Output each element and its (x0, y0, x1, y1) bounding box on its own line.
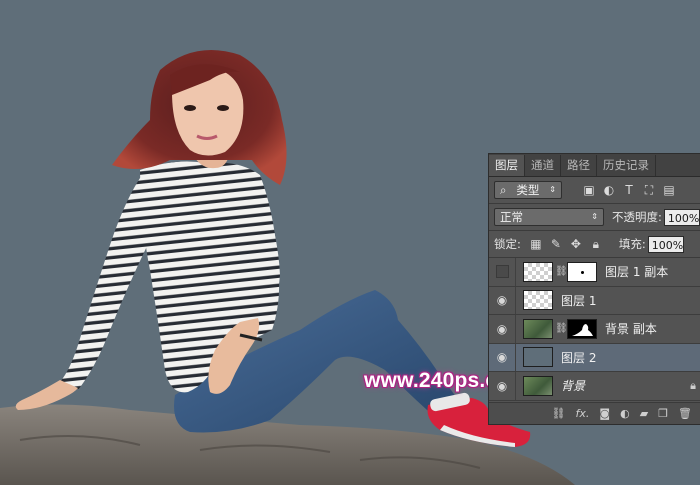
visibility-toggle[interactable] (489, 258, 516, 286)
trash-icon[interactable]: 🗑︎ (678, 407, 692, 420)
blend-mode-dropdown[interactable]: 正常 ⇕ (494, 208, 604, 226)
shape-filter-icon[interactable]: ⛶ (640, 181, 658, 199)
layer-filter-dropdown[interactable]: ⌕ 类型 ⇕ (494, 181, 562, 199)
opacity-label: 不透明度: (612, 210, 662, 224)
layer-thumbnail (523, 261, 553, 282)
filter-row: ⌕ 类型 ⇕ ▣ ◐ T ⛶ ▤ (489, 177, 700, 204)
lock-row: 锁定: ▦ ✎ ✥ 🔒︎ 填充: 100% (489, 231, 700, 258)
tab-history[interactable]: 历史记录 (597, 155, 656, 176)
blend-row: 正常 ⇕ 不透明度: 100% (489, 204, 700, 231)
lock-paint-icon[interactable]: ✎ (547, 235, 565, 253)
eye-icon: ◉ (496, 321, 508, 336)
layers-panel: 图层 通道 路径 历史记录 ⌕ 类型 ⇕ ▣ ◐ T ⛶ ▤ 正常 ⇕ 不透明度… (488, 153, 700, 425)
visibility-toggle[interactable]: ◉ (489, 286, 516, 314)
link-icon[interactable]: ⛓ (552, 407, 566, 420)
layer-name[interactable]: 图层 1 副本 (605, 263, 668, 280)
layer-list: ⛓ 图层 1 副本 ◉ 图层 1 ◉ ⛓ 背景 副本 ◉ 图层 2 ◉ 背景 🔒… (489, 258, 700, 401)
mask-silhouette (572, 323, 593, 336)
lock-transparent-icon[interactable]: ▦ (527, 235, 545, 253)
layer-thumbnail (523, 375, 553, 396)
layer-name[interactable]: 背景 副本 (605, 320, 657, 337)
layer-row[interactable]: ◉ ⛓ 背景 副本 (489, 315, 700, 344)
blend-mode-value: 正常 (500, 210, 523, 224)
search-icon: ⌕ (500, 183, 507, 197)
layer-thumbnail (523, 347, 553, 368)
link-chain-icon: ⛓ (555, 266, 568, 278)
tab-paths[interactable]: 路径 (561, 155, 597, 176)
fill-input[interactable]: 100% (647, 235, 684, 253)
hidden-eye-icon (495, 265, 509, 279)
eye-icon: ◉ (496, 378, 508, 393)
panel-tabs: 图层 通道 路径 历史记录 (489, 154, 700, 177)
tab-channels[interactable]: 通道 (525, 155, 561, 176)
smart-object-filter-icon[interactable]: ▤ (660, 181, 678, 199)
type-filter-icon[interactable]: T (620, 181, 638, 199)
fx-icon[interactable]: fx. (576, 407, 590, 420)
layer-name[interactable]: 图层 2 (561, 349, 596, 366)
link-chain-icon: ⛓ (555, 323, 568, 335)
fill-label: 填充: (618, 237, 646, 251)
folder-icon[interactable]: ▰ (640, 407, 648, 420)
updown-icon: ⇕ (549, 185, 556, 194)
visibility-toggle[interactable]: ◉ (489, 315, 516, 343)
filter-label: 类型 (516, 183, 540, 197)
adjustment-icon[interactable]: ◐ (620, 407, 630, 420)
adjustment-filter-icon[interactable]: ◐ (600, 181, 618, 199)
visibility-toggle[interactable]: ◉ (489, 372, 516, 400)
tab-layers[interactable]: 图层 (489, 155, 525, 176)
opacity-input[interactable]: 100% (663, 208, 700, 226)
layer-row[interactable]: ◉ 图层 2 (489, 343, 700, 372)
image-filter-icon[interactable]: ▣ (580, 181, 598, 199)
new-layer-icon[interactable]: ❐ (658, 407, 668, 420)
layer-row[interactable]: ◉ 图层 1 (489, 286, 700, 315)
layer-mask-thumbnail[interactable] (567, 261, 597, 282)
layer-row[interactable]: ⛓ 图层 1 副本 (489, 258, 700, 287)
layer-row[interactable]: ◉ 背景 🔒︎ (489, 372, 700, 401)
lock-position-icon[interactable]: ✥ (567, 235, 585, 253)
layer-name[interactable]: 图层 1 (561, 292, 596, 309)
visibility-toggle[interactable]: ◉ (489, 343, 516, 371)
lock-icon: 🔒︎ (690, 378, 696, 392)
panel-footer: ⛓ fx. ◙ ◐ ▰ ❐ 🗑︎ (489, 402, 700, 424)
lock-label: 锁定: (494, 237, 521, 251)
eye-icon: ◉ (496, 350, 508, 365)
updown-icon: ⇕ (591, 212, 598, 221)
layer-mask-thumbnail[interactable] (567, 318, 597, 339)
layer-name[interactable]: 背景 (561, 377, 585, 394)
mask-icon[interactable]: ◙ (599, 407, 610, 420)
lock-all-icon[interactable]: 🔒︎ (587, 235, 605, 253)
eye-icon: ◉ (496, 293, 508, 308)
layer-thumbnail (523, 290, 553, 311)
layer-thumbnail (523, 318, 553, 339)
